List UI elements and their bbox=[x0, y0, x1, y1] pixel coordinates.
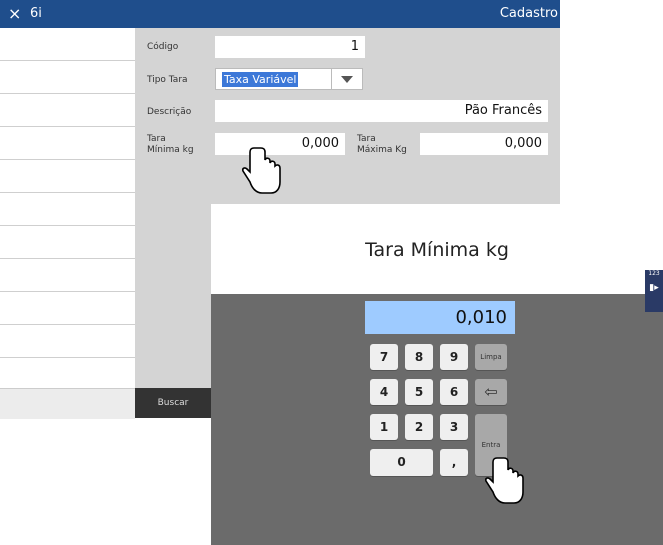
keypad-title: Tara Mínima kg bbox=[365, 239, 509, 261]
tara-maxima-label-2: Máxima Kg bbox=[357, 145, 407, 155]
tara-maxima-label: Tara Máxima Kg bbox=[357, 134, 407, 156]
title-bar: × 6i Cadastro bbox=[0, 0, 560, 28]
key-7[interactable]: 7 bbox=[370, 344, 398, 370]
tara-maxima-field[interactable]: 0,000 bbox=[420, 133, 548, 155]
list-divider bbox=[0, 93, 135, 94]
record-list[interactable] bbox=[0, 28, 135, 388]
key-1[interactable]: 1 bbox=[370, 414, 398, 440]
list-divider bbox=[0, 291, 135, 292]
key-4[interactable]: 4 bbox=[370, 379, 398, 405]
page-title: Cadastro bbox=[499, 6, 558, 21]
key-5[interactable]: 5 bbox=[405, 379, 433, 405]
descricao-field[interactable]: Pão Francês bbox=[215, 100, 548, 122]
tipo-tara-label: Tipo Tara bbox=[147, 75, 188, 85]
limpa-button[interactable]: Limpa bbox=[475, 344, 507, 370]
backspace-icon[interactable]: ⇦ bbox=[475, 379, 507, 405]
key-comma[interactable]: , bbox=[440, 449, 468, 476]
tara-maxima-label-1: Tara bbox=[357, 134, 376, 144]
list-divider bbox=[0, 159, 135, 160]
form-panel: Código 1 Tipo Tara Taxa Variável Descriç… bbox=[135, 28, 560, 204]
key-6[interactable]: 6 bbox=[440, 379, 468, 405]
left-gray-column bbox=[135, 204, 211, 388]
tipo-tara-value: Taxa Variável bbox=[222, 72, 299, 87]
list-footer bbox=[0, 388, 135, 419]
close-icon[interactable]: × bbox=[8, 4, 21, 24]
list-divider bbox=[0, 192, 135, 193]
key-8[interactable]: 8 bbox=[405, 344, 433, 370]
tipo-tara-select[interactable]: Taxa Variável bbox=[215, 68, 363, 90]
chevron-down-icon[interactable] bbox=[331, 69, 362, 89]
tara-minima-label-2: Mínima kg bbox=[147, 145, 194, 155]
codigo-label: Código bbox=[147, 42, 179, 52]
keypad-panel: 0,010 7 8 9 Limpa 4 5 6 ⇦ 1 2 3 Entra 0 … bbox=[211, 294, 663, 545]
list-divider bbox=[0, 324, 135, 325]
list-divider bbox=[0, 126, 135, 127]
hand-cursor-icon bbox=[485, 457, 524, 504]
key-0[interactable]: 0 bbox=[370, 449, 433, 476]
codigo-field[interactable]: 1 bbox=[215, 36, 365, 58]
list-divider bbox=[0, 225, 135, 226]
app-name: 6i bbox=[30, 6, 42, 21]
hand-cursor-icon bbox=[242, 147, 281, 194]
list-divider bbox=[0, 60, 135, 61]
key-9[interactable]: 9 bbox=[440, 344, 468, 370]
list-divider bbox=[0, 258, 135, 259]
keypad-header: Tara Mínima kg bbox=[211, 204, 663, 294]
tara-minima-label-1: Tara bbox=[147, 134, 166, 144]
key-3[interactable]: 3 bbox=[440, 414, 468, 440]
descricao-label: Descrição bbox=[147, 107, 192, 117]
side-tab-label: 123 bbox=[648, 270, 660, 277]
keyboard-toggle-tab[interactable]: 123 ▮▸ bbox=[645, 270, 663, 312]
key-2[interactable]: 2 bbox=[405, 414, 433, 440]
list-divider bbox=[0, 357, 135, 358]
buscar-button[interactable]: Buscar bbox=[135, 388, 211, 418]
keyboard-icon: ▮▸ bbox=[649, 283, 659, 293]
tara-minima-label: Tara Mínima kg bbox=[147, 134, 194, 156]
keypad-display: 0,010 bbox=[365, 301, 515, 334]
